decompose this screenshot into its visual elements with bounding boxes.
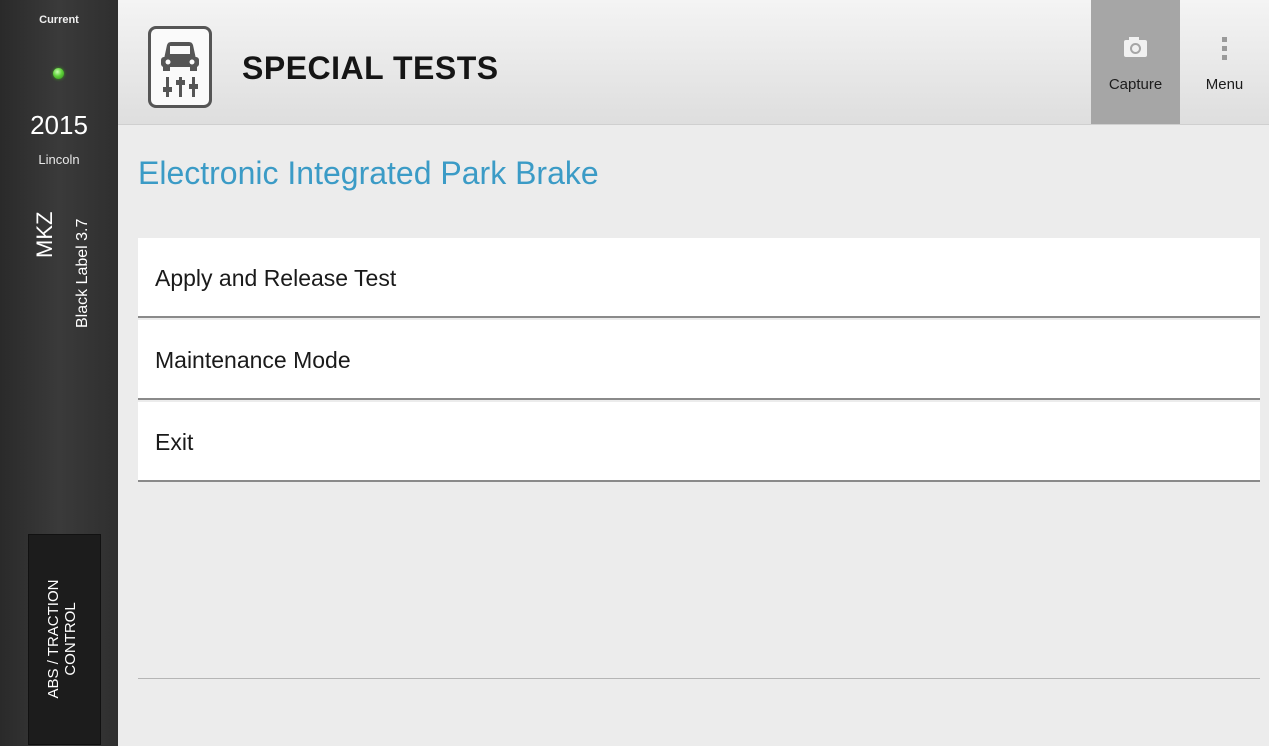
module-button[interactable]: ABS / TRACTION CONTROL	[28, 534, 101, 745]
header-bar: SPECIAL TESTS Capture Menu	[118, 0, 1269, 125]
test-list: Apply and Release Test Maintenance Mode …	[138, 238, 1260, 482]
menu-label: Menu	[1205, 76, 1244, 93]
capture-label: Capture	[1108, 76, 1163, 93]
list-item-apply-release-test[interactable]: Apply and Release Test	[138, 238, 1260, 318]
vehicle-trim: Black Label 3.7	[74, 218, 91, 328]
camera-icon	[1091, 36, 1180, 60]
vehicle-sidebar: Current 2015 Lincoln MKZ Black Label 3.7…	[0, 0, 118, 746]
vehicle-make: Lincoln	[38, 152, 80, 167]
vehicle-year: 2015	[30, 110, 88, 140]
car-sliders-icon	[148, 26, 212, 108]
capture-button[interactable]: Capture	[1091, 0, 1180, 124]
vertical-dots-icon	[1180, 36, 1269, 60]
module-label: ABS / TRACTION CONTROL	[45, 544, 79, 734]
divider	[138, 678, 1260, 679]
status-label: Current	[39, 14, 79, 26]
vehicle-model: MKZ	[32, 211, 57, 258]
status-led-icon	[53, 68, 64, 79]
main-content: Electronic Integrated Park Brake Apply a…	[118, 125, 1269, 746]
menu-button[interactable]: Menu	[1180, 0, 1269, 124]
module-label-line1: ABS / TRACTION	[45, 579, 62, 699]
page-title: SPECIAL TESTS	[242, 50, 499, 86]
list-item-maintenance-mode[interactable]: Maintenance Mode	[138, 320, 1260, 400]
list-item-exit[interactable]: Exit	[138, 402, 1260, 482]
section-title: Electronic Integrated Park Brake	[138, 155, 599, 191]
module-label-line2: CONTROL	[62, 602, 79, 676]
